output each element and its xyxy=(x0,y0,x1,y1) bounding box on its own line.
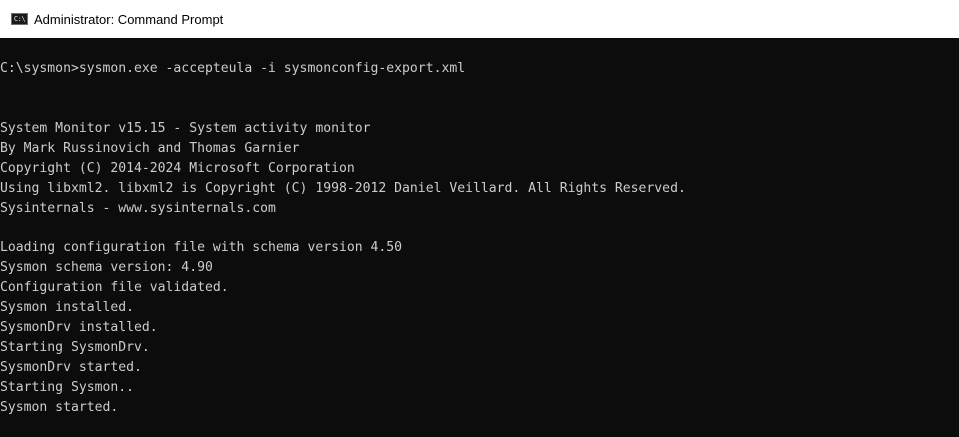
console-line: Starting SysmonDrv. xyxy=(0,340,150,355)
console-line: Sysmon started. xyxy=(0,400,119,415)
console-line: Loading configuration file with schema v… xyxy=(0,240,403,255)
console-line: C:\sysmon>sysmon.exe -accepteula -i sysm… xyxy=(0,61,466,76)
console-line: Sysmon installed. xyxy=(0,300,135,315)
cmd-icon-text: C:\ xyxy=(13,14,26,23)
cmd-icon[interactable]: C:\ xyxy=(11,13,28,25)
console-line: Copyright (C) 2014-2024 Microsoft Corpor… xyxy=(0,161,355,176)
console-line: Starting Sysmon.. xyxy=(0,380,135,395)
title-bar[interactable]: C:\ Administrator: Command Prompt xyxy=(0,0,959,38)
console-line: SysmonDrv started. xyxy=(0,360,142,375)
command-prompt-window: C:\ Administrator: Command Prompt C:\sys… xyxy=(0,0,959,437)
console-line: System Monitor v15.15 - System activity … xyxy=(0,121,371,136)
console-line: By Mark Russinovich and Thomas Garnier xyxy=(0,141,300,156)
console-line: SysmonDrv installed. xyxy=(0,320,158,335)
console-line: Sysmon schema version: 4.90 xyxy=(0,260,213,275)
console-line: Using libxml2. libxml2 is Copyright (C) … xyxy=(0,181,686,196)
console-line: Sysinternals - www.sysinternals.com xyxy=(0,201,276,216)
console-output[interactable]: C:\sysmon>sysmon.exe -accepteula -i sysm… xyxy=(0,38,959,437)
console-line: Configuration file validated. xyxy=(0,280,229,295)
window-title: Administrator: Command Prompt xyxy=(34,11,224,27)
